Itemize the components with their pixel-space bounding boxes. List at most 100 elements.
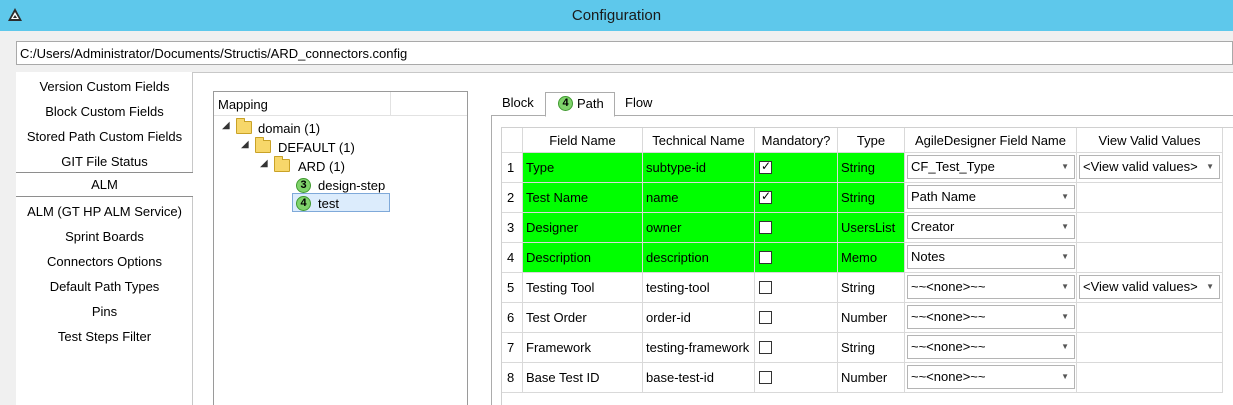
collapse-arrow-icon[interactable]: ◢ — [241, 139, 249, 150]
technical-name-cell: subtype-id — [643, 153, 755, 183]
mandatory-cell — [755, 213, 838, 243]
mandatory-checkbox[interactable] — [759, 311, 772, 324]
dropdown-value: ~~<none>~~ — [911, 339, 986, 354]
agiledesigner-field-dropdown[interactable]: Path Name ▼ — [907, 185, 1075, 209]
tree-node-label: design-step — [318, 178, 386, 193]
tree-node-domain[interactable]: ◢ domain (1) — [222, 118, 372, 138]
type-cell: String — [838, 153, 905, 183]
mandatory-cell — [755, 303, 838, 333]
field-name-cell: Designer — [523, 213, 643, 243]
view-valid-values-cell: <View valid values> ▼ — [1077, 153, 1223, 183]
config-path-field[interactable]: C:/Users/Administrator/Documents/Structi… — [16, 41, 1233, 65]
type-cell: UsersList — [838, 213, 905, 243]
column-header-view-valid-values[interactable]: View Valid Values — [1077, 128, 1223, 153]
mandatory-cell — [755, 243, 838, 273]
agiledesigner-field-dropdown[interactable]: ~~<none>~~ ▼ — [907, 275, 1075, 299]
settings-nav: Version Custom Fields Block Custom Field… — [16, 72, 193, 405]
agiledesigner-field-dropdown[interactable]: ~~<none>~~ ▼ — [907, 335, 1075, 359]
tab-label: Path — [577, 96, 604, 111]
column-header-mandatory[interactable]: Mandatory? — [755, 128, 838, 153]
row-number-header — [502, 128, 523, 153]
nav-item-connectors-options[interactable]: Connectors Options — [16, 249, 193, 274]
tab-block[interactable]: Block — [502, 92, 542, 116]
type-cell: Number — [838, 363, 905, 393]
folder-icon — [274, 156, 290, 172]
dropdown-value: Notes — [911, 249, 945, 264]
mandatory-checkbox[interactable] — [759, 341, 772, 354]
chevron-down-icon: ▼ — [1206, 282, 1214, 291]
nav-item-test-steps-filter[interactable]: Test Steps Filter — [16, 324, 193, 349]
chevron-down-icon: ▼ — [1061, 312, 1069, 321]
mandatory-checkbox[interactable] — [759, 251, 772, 264]
nav-item-alm[interactable]: ALM — [16, 172, 193, 197]
type-cell: String — [838, 273, 905, 303]
nav-item-pins[interactable]: Pins — [16, 299, 193, 324]
technical-name-cell: testing-tool — [643, 273, 755, 303]
column-header-type[interactable]: Type — [838, 128, 905, 153]
view-valid-values-dropdown[interactable]: <View valid values> ▼ — [1079, 155, 1220, 179]
view-valid-values-cell: <View valid values> ▼ — [1077, 273, 1223, 303]
agiledesigner-field-cell: Notes ▼ — [905, 243, 1077, 273]
agiledesigner-field-dropdown[interactable]: Creator ▼ — [907, 215, 1075, 239]
tab-flow[interactable]: Flow — [625, 92, 665, 116]
chevron-down-icon: ▼ — [1061, 282, 1069, 291]
tab-label: Block — [502, 95, 534, 110]
column-header-technical-name[interactable]: Technical Name — [643, 128, 755, 153]
column-header-agiledesigner-field-name[interactable]: AgileDesigner Field Name — [905, 128, 1077, 153]
agiledesigner-field-dropdown[interactable]: CF_Test_Type ▼ — [907, 155, 1075, 179]
mandatory-checkbox[interactable] — [759, 281, 772, 294]
view-valid-values-cell — [1077, 183, 1223, 213]
dropdown-value: <View valid values> — [1083, 159, 1198, 174]
agiledesigner-field-dropdown[interactable]: ~~<none>~~ ▼ — [907, 305, 1075, 329]
row-number-cell: 2 — [502, 183, 523, 213]
mandatory-checkbox[interactable] — [759, 371, 772, 384]
field-name-cell: Type — [523, 153, 643, 183]
row-number-cell: 3 — [502, 213, 523, 243]
agiledesigner-field-dropdown[interactable]: ~~<none>~~ ▼ — [907, 365, 1075, 389]
nav-item-alm-gt-hp-alm-service[interactable]: ALM (GT HP ALM Service) — [16, 199, 193, 224]
nav-item-sprint-boards[interactable]: Sprint Boards — [16, 224, 193, 249]
row-number-cell: 8 — [502, 363, 523, 393]
tab-path[interactable]: 4 Path — [545, 92, 615, 117]
type-cell: Memo — [838, 243, 905, 273]
field-name-cell: Base Test ID — [523, 363, 643, 393]
chevron-down-icon: ▼ — [1061, 162, 1069, 171]
dropdown-value: CF_Test_Type — [911, 159, 995, 174]
technical-name-cell: base-test-id — [643, 363, 755, 393]
nav-item-git-file-status[interactable]: GIT File Status — [16, 149, 193, 174]
type-cell: Number — [838, 303, 905, 333]
chevron-down-icon: ▼ — [1061, 372, 1069, 381]
dropdown-value: ~~<none>~~ — [911, 369, 986, 384]
agiledesigner-field-cell: ~~<none>~~ ▼ — [905, 333, 1077, 363]
mandatory-checkbox[interactable] — [759, 221, 772, 234]
nav-item-block-custom-fields[interactable]: Block Custom Fields — [16, 99, 193, 124]
number-badge-icon: 3 — [296, 178, 311, 193]
mandatory-checkbox[interactable] — [759, 189, 772, 204]
tree-node-design-step[interactable]: 3 design-step — [296, 176, 416, 195]
tree-node-ard[interactable]: ◢ ARD (1) — [260, 156, 410, 176]
nav-item-stored-path-custom-fields[interactable]: Stored Path Custom Fields — [16, 124, 193, 149]
tree-node-test[interactable]: 4 test — [296, 195, 386, 214]
tree-header: Mapping — [214, 92, 467, 116]
row-number-cell: 4 — [502, 243, 523, 273]
collapse-arrow-icon[interactable]: ◢ — [260, 158, 268, 169]
nav-item-default-path-types[interactable]: Default Path Types — [16, 274, 193, 299]
dropdown-value: Path Name — [911, 189, 977, 204]
column-header-field-name[interactable]: Field Name — [523, 128, 643, 153]
window-title: Configuration — [571, 7, 662, 24]
chevron-down-icon: ▼ — [1206, 162, 1214, 171]
agiledesigner-field-cell: Creator ▼ — [905, 213, 1077, 243]
agiledesigner-field-dropdown[interactable]: Notes ▼ — [907, 245, 1075, 269]
nav-item-version-custom-fields[interactable]: Version Custom Fields — [16, 74, 193, 99]
mandatory-checkbox[interactable] — [759, 159, 772, 174]
field-name-cell: Description — [523, 243, 643, 273]
view-valid-values-dropdown[interactable]: <View valid values> ▼ — [1079, 275, 1220, 299]
collapse-arrow-icon[interactable]: ◢ — [222, 120, 230, 131]
mandatory-cell — [755, 273, 838, 303]
tree-header-label: Mapping — [218, 97, 268, 112]
mandatory-cell — [755, 183, 838, 213]
tree-node-default[interactable]: ◢ DEFAULT (1) — [241, 137, 391, 157]
tree-node-label: DEFAULT (1) — [278, 140, 355, 155]
view-valid-values-cell — [1077, 363, 1223, 393]
dropdown-value: Creator — [911, 219, 955, 234]
